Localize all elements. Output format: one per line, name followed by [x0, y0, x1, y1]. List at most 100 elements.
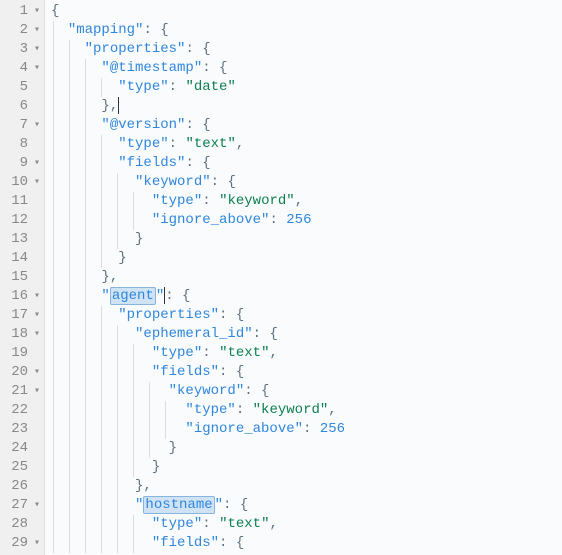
fold-icon[interactable]: ▾ — [30, 382, 40, 401]
line-number: 23 — [8, 420, 28, 439]
token-key: "ignore_above" — [185, 421, 303, 437]
token-key: "type" — [152, 193, 202, 209]
code-line[interactable]: "@version": { — [51, 116, 562, 135]
code-line[interactable]: "mapping": { — [51, 21, 562, 40]
indent-guide — [85, 458, 86, 477]
fold-icon[interactable]: ▾ — [30, 173, 40, 192]
indent-guide — [101, 534, 102, 553]
code-line[interactable]: }, — [51, 97, 562, 116]
fold-icon[interactable]: ▾ — [30, 534, 40, 553]
line-number: 20 — [8, 363, 28, 382]
indent-guide — [117, 515, 118, 534]
indent-guide — [85, 420, 86, 439]
token-key: "type" — [118, 79, 168, 95]
indent-guide — [101, 325, 102, 344]
code-line[interactable]: "properties": { — [51, 40, 562, 59]
code-line[interactable]: "type": "text", — [51, 344, 562, 363]
code-line[interactable]: "fields": { — [51, 534, 562, 553]
code-line[interactable]: "ignore_above": 256 — [51, 420, 562, 439]
code-line[interactable]: "keyword": { — [51, 173, 562, 192]
code-line[interactable]: }, — [51, 268, 562, 287]
line-number: 28 — [8, 515, 28, 534]
gutter-line: 7▾ — [8, 116, 40, 135]
code-line[interactable]: { — [51, 2, 562, 21]
fold-icon[interactable]: ▾ — [30, 21, 40, 40]
fold-icon[interactable]: ▾ — [30, 306, 40, 325]
gutter-line: 13 — [8, 230, 40, 249]
code-editor[interactable]: 1▾2▾3▾4▾567▾89▾10▾111213141516▾17▾18▾192… — [0, 0, 562, 555]
indent-guide — [53, 515, 54, 534]
indent-guide — [101, 477, 102, 496]
token-key: " — [156, 288, 164, 304]
code-area[interactable]: { "mapping": { "properties": { "@timesta… — [45, 0, 562, 555]
code-line[interactable]: "fields": { — [51, 363, 562, 382]
indent-guide — [117, 192, 118, 211]
indent-guide — [69, 458, 70, 477]
indent-guide — [53, 287, 54, 306]
code-text — [51, 41, 85, 57]
fold-icon[interactable]: ▾ — [30, 154, 40, 173]
indent-guide — [117, 382, 118, 401]
line-number: 7 — [8, 116, 28, 135]
fold-icon[interactable]: ▾ — [30, 496, 40, 515]
token-num: 256 — [286, 212, 311, 228]
indent-guide — [133, 439, 134, 458]
token-key: "type" — [185, 402, 235, 418]
code-line[interactable]: "type": "text", — [51, 135, 562, 154]
token-punc: : { — [185, 117, 210, 133]
code-text — [51, 326, 135, 342]
fold-icon[interactable]: ▾ — [30, 325, 40, 344]
fold-icon[interactable]: ▾ — [30, 2, 40, 21]
code-line[interactable]: "ephemeral_id": { — [51, 325, 562, 344]
indent-guide — [53, 21, 54, 40]
code-line[interactable]: "hostname": { — [51, 496, 562, 515]
token-punc: } — [152, 459, 160, 475]
indent-guide — [101, 458, 102, 477]
token-punc: : { — [211, 174, 236, 190]
fold-icon[interactable]: ▾ — [30, 40, 40, 59]
code-line[interactable]: "fields": { — [51, 154, 562, 173]
code-line[interactable]: }, — [51, 477, 562, 496]
code-line[interactable]: "type": "text", — [51, 515, 562, 534]
code-line[interactable]: "@timestamp": { — [51, 59, 562, 78]
fold-icon[interactable]: ▾ — [30, 116, 40, 135]
indent-guide — [69, 135, 70, 154]
indent-guide — [133, 344, 134, 363]
gutter-line: 5 — [8, 78, 40, 97]
token-punc: : — [169, 79, 186, 95]
indent-guide — [69, 363, 70, 382]
indent-guide — [53, 477, 54, 496]
code-line[interactable]: } — [51, 458, 562, 477]
token-punc: : — [269, 212, 286, 228]
code-line[interactable]: "type": "keyword", — [51, 401, 562, 420]
indent-guide — [101, 78, 102, 97]
indent-guide — [149, 439, 150, 458]
indent-guide — [53, 496, 54, 515]
indent-guide — [101, 363, 102, 382]
fold-icon[interactable]: ▾ — [30, 287, 40, 306]
code-line[interactable]: "properties": { — [51, 306, 562, 325]
code-line[interactable]: "keyword": { — [51, 382, 562, 401]
fold-icon[interactable]: ▾ — [30, 59, 40, 78]
code-line[interactable]: "type": "date" — [51, 78, 562, 97]
token-key: " — [101, 288, 109, 304]
indent-guide — [85, 211, 86, 230]
token-punc: : { — [253, 326, 278, 342]
indent-guide — [53, 78, 54, 97]
code-line[interactable]: "ignore_above": 256 — [51, 211, 562, 230]
line-number: 14 — [8, 249, 28, 268]
code-line[interactable]: } — [51, 230, 562, 249]
gutter-line: 4▾ — [8, 59, 40, 78]
code-line[interactable]: "agent": { — [51, 287, 562, 306]
gutter-line: 20▾ — [8, 363, 40, 382]
token-str: "keyword" — [219, 193, 295, 209]
line-number: 16 — [8, 287, 28, 306]
code-line[interactable]: } — [51, 249, 562, 268]
code-line[interactable]: } — [51, 439, 562, 458]
indent-guide — [101, 249, 102, 268]
token-str: "text" — [219, 345, 269, 361]
line-number: 24 — [8, 439, 28, 458]
code-text — [51, 497, 135, 513]
fold-icon[interactable]: ▾ — [30, 363, 40, 382]
code-line[interactable]: "type": "keyword", — [51, 192, 562, 211]
